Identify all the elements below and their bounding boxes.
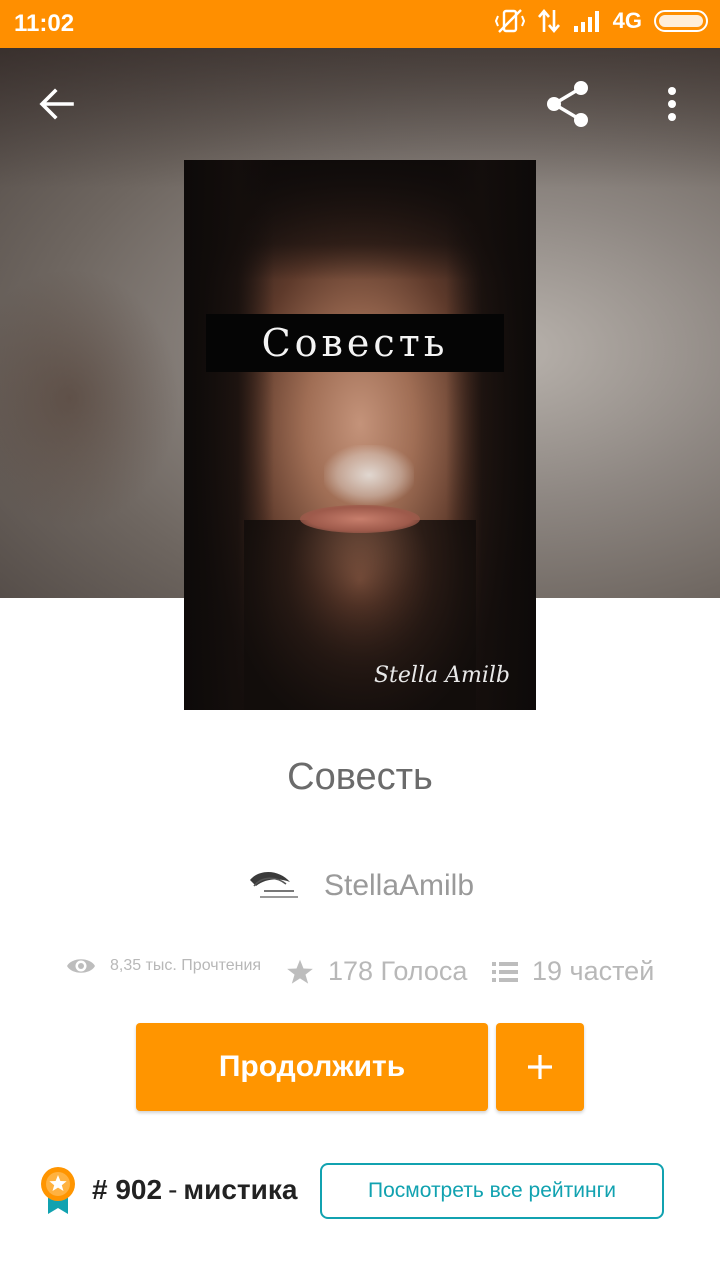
- network-type: 4G: [612, 8, 642, 33]
- signal-icon: [573, 11, 599, 32]
- cover-title: Совесть: [261, 321, 449, 365]
- cover-lips: [300, 505, 420, 533]
- cover-smoke: [324, 445, 414, 505]
- rank-badge-icon: [41, 1167, 75, 1214]
- author-avatar[interactable]: [246, 866, 300, 906]
- back-button[interactable]: [28, 76, 84, 132]
- rank-label: # 902- мистика: [92, 1174, 297, 1206]
- parts-count: 19 частей: [532, 956, 655, 986]
- reads-count: 8,35 тыс. Прочтения: [110, 957, 262, 974]
- list-icon: [492, 961, 518, 982]
- rank-separator: -: [168, 1174, 178, 1205]
- parts-stat: 19 частей: [492, 956, 654, 987]
- share-button[interactable]: [540, 76, 596, 132]
- reads-stat: 8,35 тыс. Прочтения: [66, 956, 261, 976]
- story-title: Совесть: [287, 756, 433, 798]
- votes-stat: 178 Голоса: [286, 956, 467, 987]
- plus-icon: [528, 1055, 552, 1079]
- rank-number: # 902: [92, 1174, 163, 1205]
- arrow-left-icon: [39, 88, 74, 120]
- vibrate-off-icon: [494, 9, 525, 33]
- more-vertical-icon: [668, 87, 676, 121]
- more-options-button[interactable]: [644, 76, 700, 132]
- status-icons: 4G: [494, 8, 708, 34]
- view-all-ratings-button[interactable]: Посмотреть все рейтинги: [320, 1163, 664, 1219]
- rank-genre: мистика: [183, 1174, 298, 1205]
- status-time: 11:02: [14, 10, 75, 37]
- data-transfer-icon: [537, 8, 560, 34]
- votes-count: 178 Голоса: [328, 956, 468, 986]
- share-icon: [547, 81, 588, 127]
- book-cover[interactable]: Совесть Stella Amilb: [184, 160, 536, 710]
- continue-reading-button[interactable]: Продолжить: [136, 1023, 488, 1111]
- star-icon: [287, 959, 313, 984]
- ranking-row: # 902- мистика Посмотреть все рейтинги: [38, 1162, 678, 1226]
- battery-icon: [654, 10, 708, 32]
- status-bar: 11:02 4G: [0, 0, 720, 48]
- eye-icon: [67, 959, 95, 973]
- cover-signature: Stella Amilb: [373, 663, 510, 688]
- author-name[interactable]: StellaAmilb: [324, 869, 474, 903]
- story-stats: 8,35 тыс. Прочтения 178 Голоса 19 частей: [0, 950, 720, 1000]
- cover-title-band: Совесть: [206, 314, 504, 372]
- author-row[interactable]: StellaAmilb: [0, 866, 720, 906]
- add-to-library-button[interactable]: [496, 1023, 584, 1111]
